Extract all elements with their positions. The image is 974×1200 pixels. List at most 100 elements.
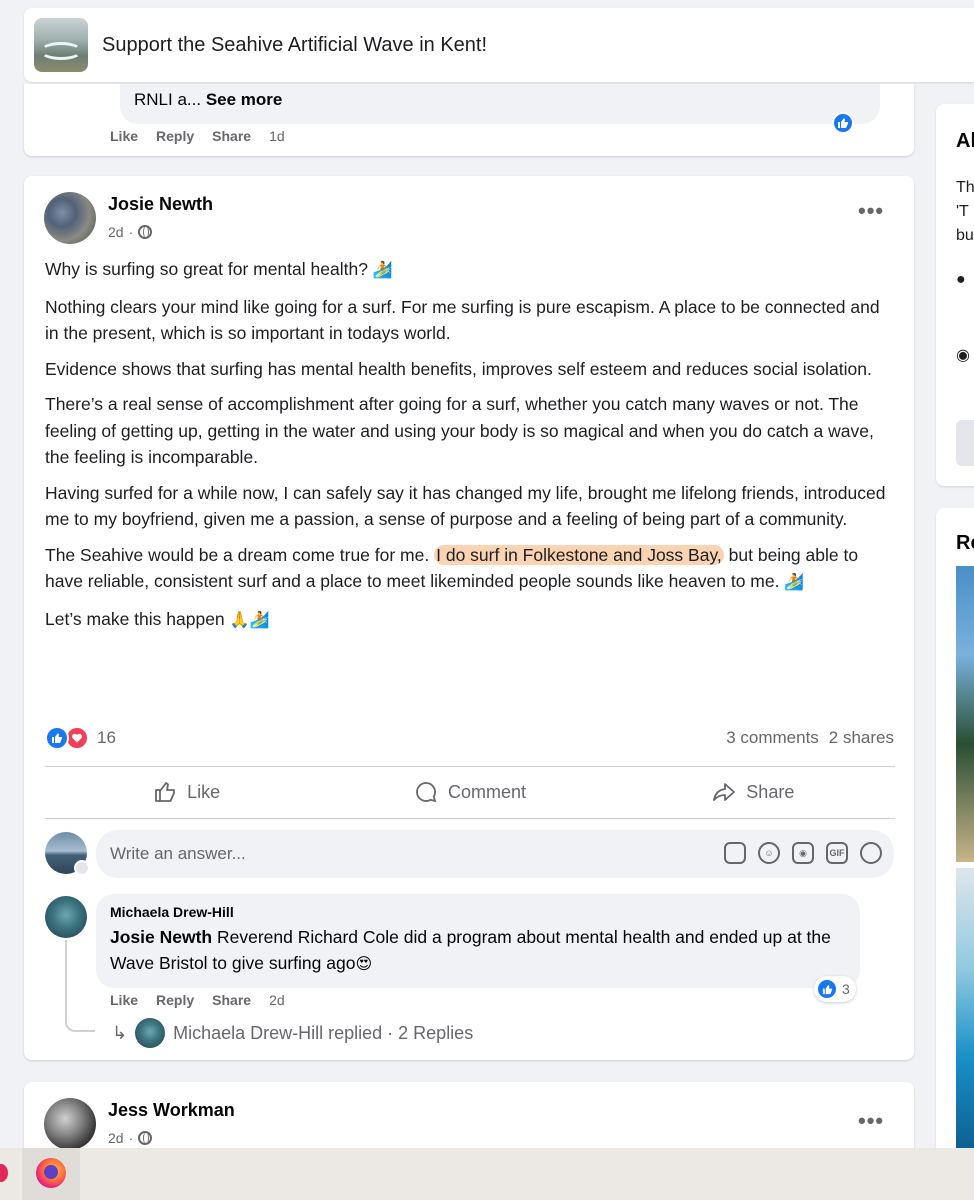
- author-avatar[interactable]: [44, 1098, 96, 1150]
- previous-comment-card: RNLI a... See more Like Reply Share 1d: [24, 84, 914, 156]
- comment-text: Josie Newth Reverend Richard Cole did a …: [110, 924, 846, 978]
- about-line: 'T: [956, 203, 969, 220]
- group-thumbnail[interactable]: [34, 18, 88, 72]
- post-paragraph: Evidence shows that surfing has mental h…: [45, 358, 872, 379]
- reply-arrow-icon: ↳: [112, 1022, 128, 1043]
- previous-comment-text: RNLI a...: [134, 90, 202, 109]
- surfer-emoji-icon: 🏄: [372, 262, 393, 279]
- about-line: bu: [956, 227, 974, 244]
- praying-hands-emoji-icon: 🙏: [229, 611, 250, 629]
- firefox-globe-icon: [44, 1165, 58, 1179]
- answer-input[interactable]: Write an answer... ☺ ◉ GIF: [96, 830, 894, 878]
- like-button[interactable]: Like: [45, 768, 328, 816]
- surfer-emoji-icon: 🏄: [249, 611, 270, 629]
- meta-separator: ·: [128, 224, 134, 240]
- thumbs-up-icon: [155, 782, 176, 802]
- share-link[interactable]: Share: [212, 992, 251, 1008]
- like-reaction-icon: [816, 978, 838, 1000]
- commenter-avatar[interactable]: [45, 896, 87, 938]
- group-header: Support the Seahive Artificial Wave in K…: [24, 8, 974, 82]
- previous-comment-actions: Like Reply Share 1d: [110, 128, 285, 144]
- like-link[interactable]: Like: [110, 128, 138, 144]
- see-more-link[interactable]: See more: [206, 90, 283, 109]
- sticker-icon[interactable]: [724, 842, 746, 864]
- thread-line: [65, 940, 95, 1032]
- previous-comment-bubble: RNLI a... See more: [120, 84, 880, 124]
- answer-placeholder: Write an answer...: [110, 844, 246, 863]
- comment-button[interactable]: Comment: [328, 768, 611, 816]
- recent-media-heading: Re: [956, 532, 974, 554]
- divider: [45, 818, 895, 819]
- share-button-label: Share: [746, 781, 795, 802]
- comment-time[interactable]: 2d: [269, 992, 285, 1008]
- author-avatar[interactable]: [44, 192, 96, 244]
- shares-count[interactable]: 2 shares: [829, 728, 894, 748]
- like-link[interactable]: Like: [110, 992, 138, 1008]
- view-replies-link[interactable]: ↳ Michaela Drew-Hill replied · 2 Replies: [112, 1018, 473, 1048]
- like-reaction-icon[interactable]: [832, 112, 854, 134]
- avatar-sticker-icon[interactable]: [860, 842, 882, 864]
- replies-text: Michaela Drew-Hill replied · 2 Replies: [173, 1022, 474, 1043]
- comments-count[interactable]: 3 comments: [726, 728, 819, 748]
- comment-time[interactable]: 1d: [269, 128, 285, 144]
- comment-bubble: Michaela Drew-Hill Josie Newth Reverend …: [96, 894, 860, 988]
- like-button-label: Like: [187, 781, 221, 802]
- answer-icons: ☺ ◉ GIF: [724, 842, 882, 864]
- post-body: Why is surfing so great for mental healt…: [45, 256, 895, 643]
- reply-link[interactable]: Reply: [156, 128, 194, 144]
- comment-reaction-count: 3: [842, 981, 850, 997]
- post-paragraph: The Seahive would be a dream come true f…: [45, 542, 895, 597]
- post-paragraph: There’s a real sense of accomplishment a…: [45, 394, 874, 467]
- globe-icon: ●: [956, 271, 966, 288]
- share-link[interactable]: Share: [212, 128, 251, 144]
- about-card: Al Th 'T bu ● ◉: [936, 104, 974, 486]
- about-heading: Al: [956, 130, 974, 152]
- app-icon[interactable]: [0, 1164, 8, 1182]
- reply-link[interactable]: Reply: [156, 992, 194, 1008]
- post-paragraph: Nothing clears your mind like going for …: [45, 296, 880, 344]
- emoji-icon[interactable]: ☺: [758, 842, 780, 864]
- about-line: Th: [956, 179, 974, 196]
- post-paragraph: Let’s make this happen 🙏🏄: [45, 606, 895, 635]
- surfer-emoji-icon: 🏄: [784, 574, 805, 591]
- mention-link[interactable]: Josie Newth: [110, 927, 212, 947]
- post-author[interactable]: Jess Workman: [108, 1100, 235, 1121]
- comment-icon: [416, 782, 437, 803]
- comment-actions: Like Reply Share 2d: [110, 992, 285, 1008]
- share-button[interactable]: Share: [612, 768, 895, 816]
- post-actions: Like Comment Share: [45, 768, 895, 816]
- comment-author[interactable]: Michaela Drew-Hill: [110, 904, 846, 920]
- post-time[interactable]: 2d: [108, 1130, 124, 1146]
- eye-icon: ◉: [956, 347, 970, 364]
- meta-separator: ·: [128, 1130, 134, 1146]
- heart-eyes-emoji-icon: 😍: [355, 956, 373, 973]
- taskbar: [0, 1148, 974, 1200]
- gif-icon[interactable]: GIF: [826, 842, 848, 864]
- post-card: Josie Newth 2d · ••• Why is surfing so g…: [24, 176, 914, 1060]
- comment-reactions[interactable]: 3: [814, 976, 856, 1002]
- post-meta: 2d ·: [108, 224, 153, 240]
- reaction-count: 16: [97, 728, 116, 747]
- more-options-icon[interactable]: •••: [858, 1108, 884, 1134]
- learn-more-button[interactable]: [956, 420, 974, 466]
- divider: [45, 766, 895, 767]
- post-time[interactable]: 2d: [108, 224, 124, 240]
- globe-icon: [138, 1131, 153, 1145]
- replier-avatar: [135, 1018, 166, 1048]
- group-title[interactable]: Support the Seahive Artificial Wave in K…: [102, 34, 487, 57]
- media-thumbnail[interactable]: [956, 868, 974, 1158]
- post-paragraph: Having surfed for a while now, I can saf…: [45, 482, 886, 530]
- share-icon: [713, 783, 736, 801]
- highlighted-text: I do surf in Folkestone and Joss Bay,: [434, 544, 724, 565]
- reactions-summary[interactable]: 16: [45, 726, 116, 750]
- media-thumbnail[interactable]: [956, 566, 974, 862]
- chevron-down-icon[interactable]: [74, 860, 90, 876]
- more-options-icon[interactable]: •••: [858, 198, 884, 224]
- post-paragraph: Why is surfing so great for mental healt…: [45, 256, 895, 285]
- like-reaction-icon: [45, 726, 69, 750]
- post-stats: 3 comments 2 shares: [726, 728, 894, 748]
- camera-icon[interactable]: ◉: [792, 842, 814, 864]
- recent-media-card: Re: [936, 508, 974, 1158]
- post-author[interactable]: Josie Newth: [108, 194, 213, 215]
- post-meta: 2d ·: [108, 1130, 153, 1146]
